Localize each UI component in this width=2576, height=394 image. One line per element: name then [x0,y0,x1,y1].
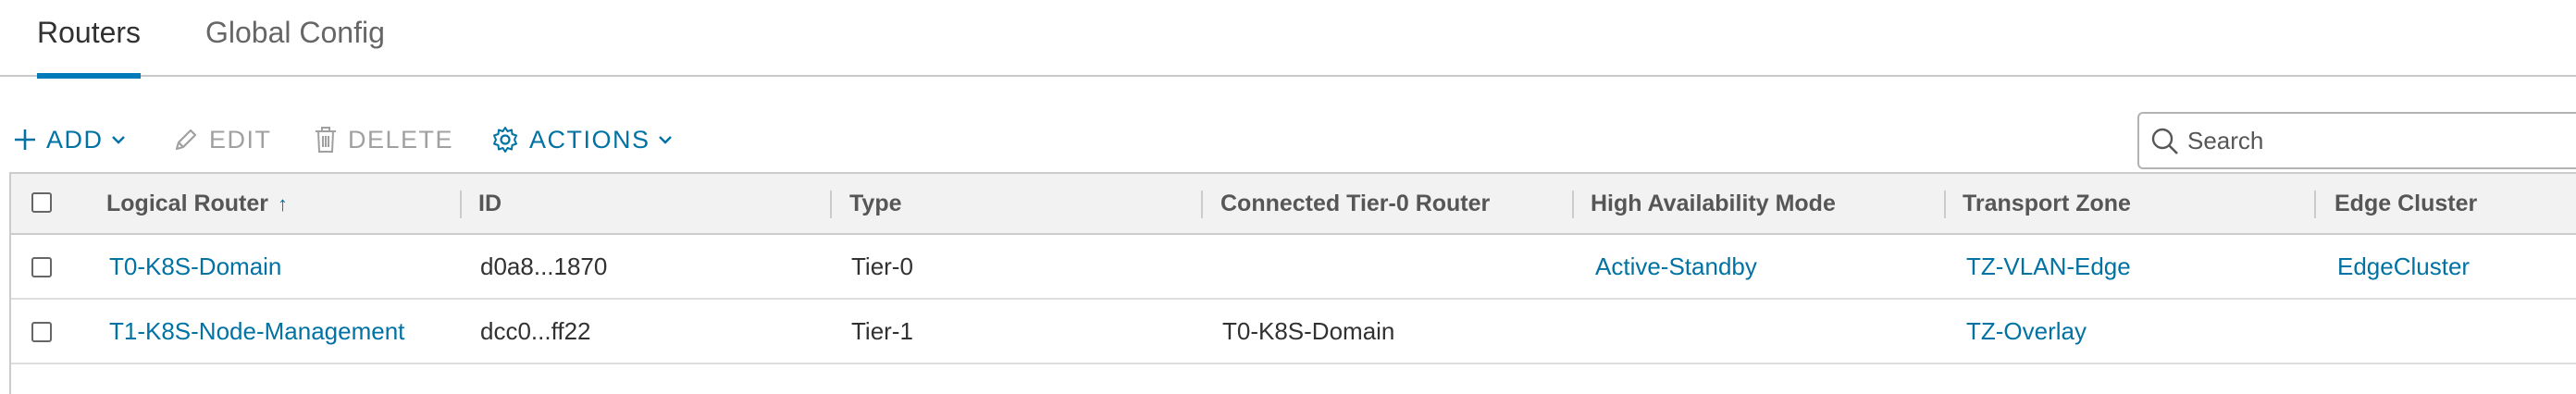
tab-bar: Routers Global Config [0,0,2576,79]
column-header-connected-tier0[interactable]: Connected Tier-0 Router [1220,174,1490,233]
router-id: dcc0...ff22 [480,317,591,345]
table-row: T0-K8S-Domain d0a8...1870 Tier-0 Active-… [11,235,2576,300]
tab-routers[interactable]: Routers [37,0,142,79]
sort-ascending-icon: ↑ [278,192,289,215]
search-icon [2150,127,2180,161]
table-header: Logical Router ↑ ID Type Connected Tier-0… [11,174,2576,235]
column-header-transport-zone[interactable]: Transport Zone [1963,174,2131,233]
column-resize-handle[interactable] [1201,191,1203,218]
column-resize-handle[interactable] [2314,191,2316,218]
connected-tier0: T0-K8S-Domain [1222,317,1395,345]
chevron-down-icon [658,134,673,145]
delete-button[interactable]: DELETE [313,109,453,170]
search-box [2137,112,2576,169]
edit-button[interactable]: EDIT [172,109,272,170]
pencil-icon [172,126,200,154]
column-resize-handle[interactable] [1572,191,1574,218]
search-input[interactable] [2187,114,2576,167]
trash-icon [313,125,339,154]
column-resize-handle[interactable] [830,191,832,218]
edit-label: EDIT [209,125,272,154]
add-label: ADD [46,125,104,154]
column-resize-handle[interactable] [460,191,462,218]
router-type: Tier-0 [851,252,913,280]
table-row: T1-K8S-Node-Management dcc0...ff22 Tier-… [11,300,2576,364]
logical-router-link[interactable]: T0-K8S-Domain [109,235,281,298]
delete-label: DELETE [348,125,454,154]
column-header-edge-cluster[interactable]: Edge Cluster [2334,174,2477,233]
router-id: d0a8...1870 [480,252,608,280]
routers-table: Logical Router ↑ ID Type Connected Tier-0… [9,172,2576,394]
tab-global-config[interactable]: Global Config [205,0,385,77]
plus-icon [13,128,37,152]
column-header-logical-router[interactable]: Logical Router ↑ [106,174,288,233]
add-button[interactable]: ADD [13,109,126,170]
logical-router-link[interactable]: T1-K8S-Node-Management [109,300,404,363]
row-checkbox[interactable] [31,257,52,277]
transport-zone-link[interactable]: TZ-Overlay [1966,300,2087,363]
router-type: Tier-1 [851,317,913,345]
chevron-down-icon [111,134,126,145]
select-all-checkbox[interactable] [31,192,52,213]
column-header-ha-mode[interactable]: High Availability Mode [1591,174,1836,233]
column-resize-handle[interactable] [1944,191,1946,218]
ha-mode-link[interactable]: Active-Standby [1595,235,1757,298]
transport-zone-link[interactable]: TZ-VLAN-Edge [1966,235,2131,298]
actions-label: ACTIONS [529,125,650,154]
column-header-type[interactable]: Type [849,174,902,233]
actions-button[interactable]: ACTIONS [490,109,673,170]
column-label: Logical Router [106,191,269,216]
gear-icon [490,125,520,154]
column-header-id[interactable]: ID [478,174,502,233]
row-checkbox[interactable] [31,322,52,342]
edge-cluster-link[interactable]: EdgeCluster [2337,235,2470,298]
